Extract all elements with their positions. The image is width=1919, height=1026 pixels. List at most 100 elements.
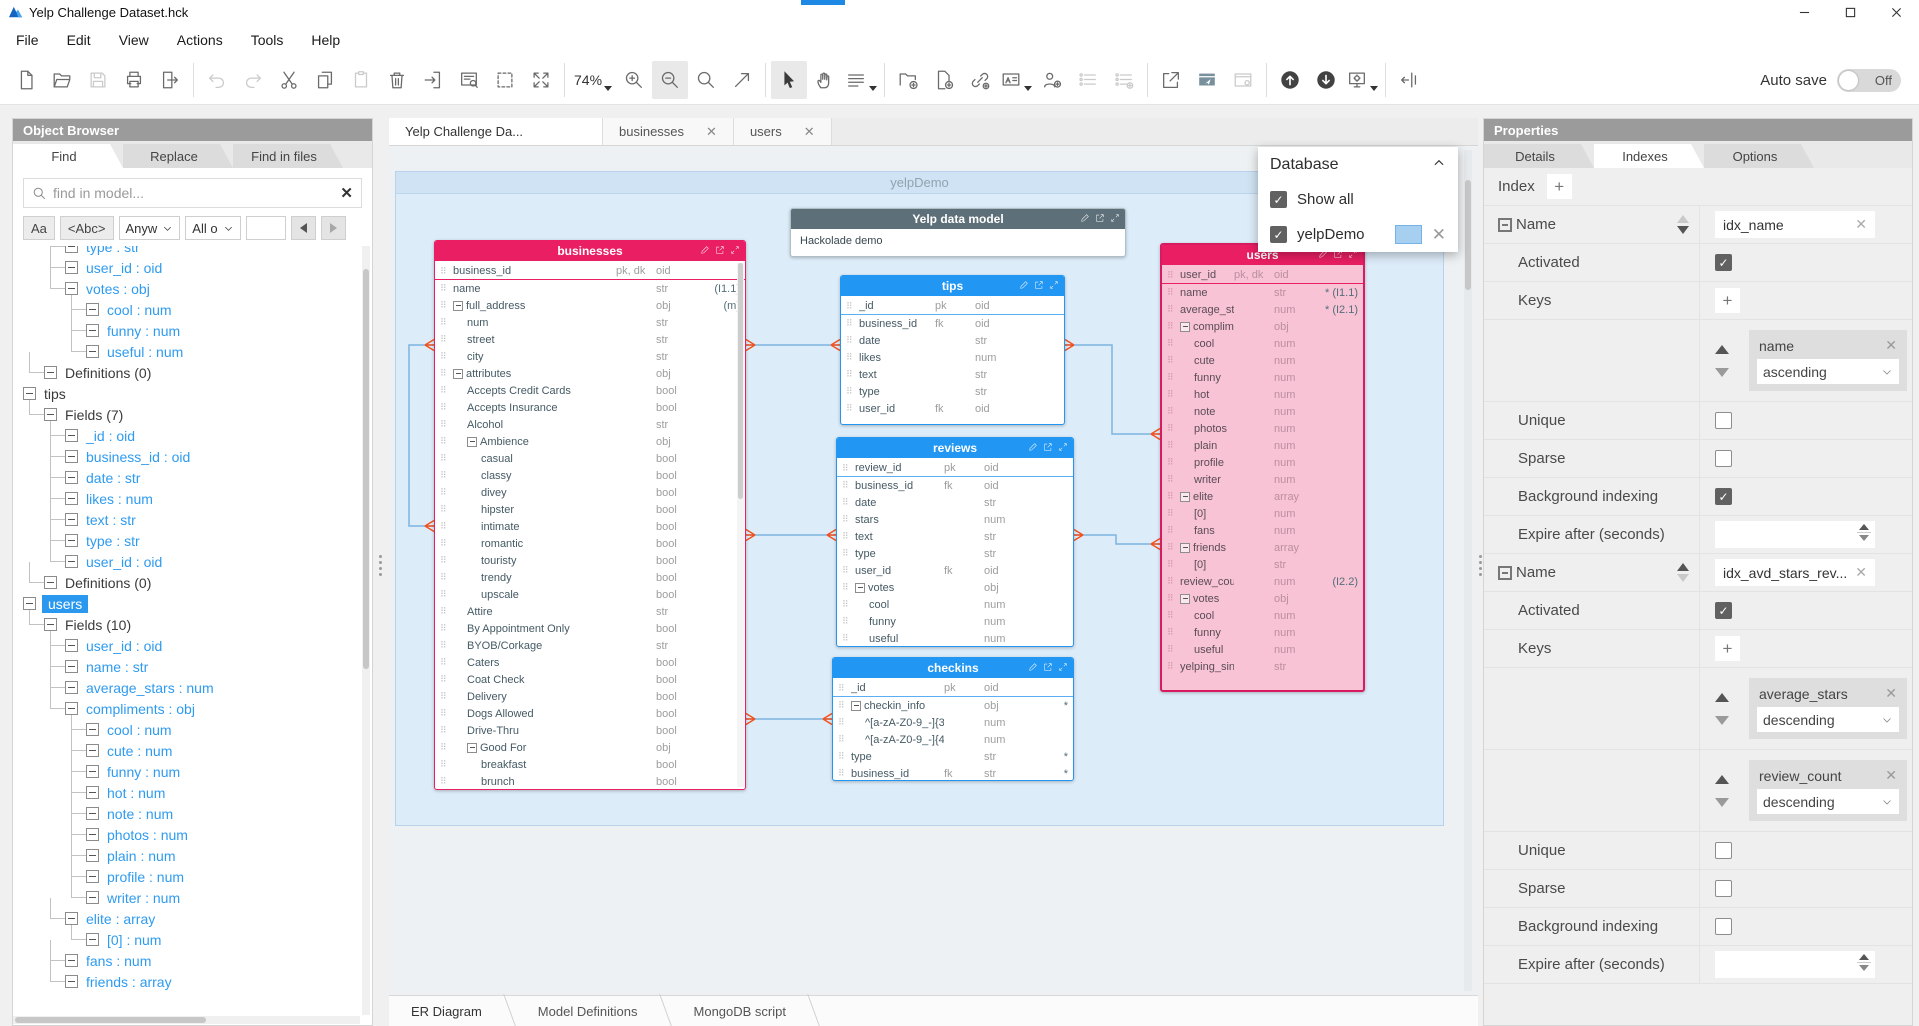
autosave-toggle[interactable]: Off: [1837, 68, 1901, 92]
collapse-expander-icon[interactable]: [86, 765, 99, 778]
drag-handle-icon[interactable]: ⠿: [842, 532, 855, 541]
field-row[interactable]: ⠿ romantic bool: [435, 535, 745, 552]
field-row[interactable]: ⠿ date str: [841, 332, 1064, 349]
expire-input[interactable]: [1715, 951, 1875, 978]
field-row[interactable]: ⠿review_count num (I2.2): [1162, 573, 1363, 590]
field-row[interactable]: ⠿ [0] num: [1162, 505, 1363, 522]
open-folder-button[interactable]: [44, 61, 80, 99]
close-tab-icon[interactable]: ✕: [706, 124, 717, 140]
drag-handle-icon[interactable]: ⠿: [440, 624, 453, 633]
drag-handle-icon[interactable]: ⠿: [440, 709, 453, 718]
drag-handle-icon[interactable]: ⠿: [440, 692, 453, 701]
print-button[interactable]: [116, 61, 152, 99]
fit-diagonal-button[interactable]: [724, 61, 760, 99]
field-row[interactable]: ⠿ full_address obj (m): [435, 297, 745, 314]
zoom-out-button[interactable]: [652, 60, 689, 99]
checkbox[interactable]: ✓: [1270, 191, 1287, 208]
entity-users[interactable]: users ⠿ user_id pk, dk oid ⠿ name str * (I1.1) ⠿ a…: [1160, 243, 1365, 692]
field-row[interactable]: ⠿ useful num: [837, 630, 1073, 646]
popup-item-yelpdemo[interactable]: ✓ yelpDemo ✕: [1258, 217, 1458, 252]
drag-handle-icon[interactable]: ⠿: [1167, 390, 1180, 399]
index-name-input[interactable]: idx_avd_stars_rev... ✕: [1715, 559, 1875, 586]
whole-word-button[interactable]: <Abc>: [59, 216, 114, 240]
move-up-icon[interactable]: [1715, 774, 1729, 784]
field-row[interactable]: ⠿ photos num: [1162, 420, 1363, 437]
open-new-icon[interactable]: [715, 244, 725, 258]
drag-handle-icon[interactable]: ⠿: [842, 600, 855, 609]
collapse-expander-icon[interactable]: [65, 912, 78, 925]
tree-item[interactable]: date : str: [19, 457, 372, 488]
collapse-expander-icon[interactable]: [86, 933, 99, 946]
drag-handle-icon[interactable]: ⠿: [838, 701, 851, 710]
field-row[interactable]: ⠿ Dogs Allowed bool: [435, 705, 745, 722]
drag-handle-icon[interactable]: ⠿: [440, 352, 453, 361]
popup-item-show-all[interactable]: ✓ Show all: [1258, 182, 1458, 217]
field-row[interactable]: ⠿ hipster bool: [435, 501, 745, 518]
drag-handle-icon[interactable]: ⠿: [440, 641, 453, 650]
tree-item[interactable]: _id : oid: [19, 415, 372, 446]
document-tab-yelp-challenge-da-[interactable]: Yelp Challenge Da...: [389, 118, 603, 145]
field-row[interactable]: ⠿ ^[a-zA-Z0-9_-]{4}$ num: [833, 731, 1073, 748]
next-result-button[interactable]: [320, 216, 346, 240]
expand-icon[interactable]: [1058, 441, 1068, 455]
pointer-button[interactable]: [771, 60, 808, 99]
scrollbar-thumb[interactable]: [738, 263, 743, 499]
collapse-expander-icon[interactable]: [65, 555, 78, 568]
menu-view[interactable]: View: [119, 32, 149, 48]
edit-pencil-icon[interactable]: [1080, 212, 1090, 226]
scrollbar-thumb[interactable]: [363, 269, 369, 669]
document-tab-businesses[interactable]: businesses ✕: [603, 118, 734, 145]
field-row[interactable]: ⠿ likes num: [841, 349, 1064, 366]
expand-icon[interactable]: [1049, 279, 1059, 293]
field-row[interactable]: ⠿ intimate bool: [435, 518, 745, 535]
field-row[interactable]: ⠿ votes obj: [1162, 590, 1363, 607]
collapse-expander-icon[interactable]: [65, 450, 78, 463]
drag-handle-icon[interactable]: ⠿: [846, 319, 859, 328]
checkbox[interactable]: ✓: [1270, 226, 1287, 243]
fit-screen-button[interactable]: [523, 61, 559, 99]
remove-icon[interactable]: ✕: [1432, 225, 1446, 245]
tab-find-in-files[interactable]: Find in files: [233, 144, 343, 168]
field-row[interactable]: ⠿ classy bool: [435, 467, 745, 484]
collapse-expander-icon[interactable]: [23, 387, 36, 400]
drag-handle-icon[interactable]: ⠿: [440, 488, 453, 497]
collapse-expander-icon[interactable]: [65, 954, 78, 967]
move-down-icon[interactable]: [1677, 226, 1689, 234]
filter-input[interactable]: [245, 216, 286, 240]
tree-item[interactable]: user_id : oid: [19, 247, 372, 278]
field-row[interactable]: ⠿ type str: [837, 545, 1073, 562]
drag-handle-icon[interactable]: ⠿: [838, 683, 851, 693]
drag-handle-icon[interactable]: ⠿: [440, 777, 453, 786]
drag-handle-icon[interactable]: ⠿: [842, 481, 855, 490]
add-relationship-button[interactable]: [962, 61, 998, 99]
drag-handle-icon[interactable]: ⠿: [1167, 305, 1180, 314]
drag-handle-icon[interactable]: ⠿: [1167, 611, 1180, 620]
open-new-icon[interactable]: [1043, 661, 1053, 675]
tree-item[interactable]: [0] : num: [19, 919, 372, 950]
drag-handle-icon[interactable]: ⠿: [440, 573, 453, 582]
drag-handle-icon[interactable]: ⠿: [1167, 322, 1180, 331]
field-row[interactable]: ⠿ brunch bool: [435, 773, 745, 789]
menu-tools[interactable]: Tools: [251, 32, 284, 48]
note-title[interactable]: Yelp data model: [791, 209, 1125, 229]
drag-handle-icon[interactable]: ⠿: [440, 420, 453, 429]
drag-handle-icon[interactable]: ⠿: [440, 743, 453, 752]
field-row[interactable]: ⠿ review_id pk oid: [837, 460, 1073, 477]
sparse-checkbox[interactable]: [1715, 880, 1732, 897]
tree-item[interactable]: Definitions (0): [19, 562, 372, 593]
field-row[interactable]: ⠿ name str (I1.1): [435, 280, 745, 297]
add-key-button[interactable]: +: [1715, 288, 1740, 313]
tree-item[interactable]: friends : array: [19, 961, 372, 992]
field-row[interactable]: ⠿ business_id fk str *: [833, 765, 1073, 780]
collapse-expander-icon[interactable]: [65, 246, 78, 253]
drag-handle-icon[interactable]: ⠿: [440, 403, 453, 412]
expand-icon[interactable]: [1110, 212, 1120, 226]
remove-key-icon[interactable]: ✕: [1885, 767, 1897, 784]
collapse-expander-icon[interactable]: [86, 744, 99, 757]
view-tab-er-diagram[interactable]: ER Diagram: [389, 996, 516, 1026]
drag-handle-icon[interactable]: ⠿: [1167, 356, 1180, 365]
scope-select[interactable]: Anyw: [118, 216, 181, 240]
collapse-expander-icon[interactable]: [44, 576, 57, 589]
delete-button[interactable]: [379, 61, 415, 99]
entity-checkins[interactable]: checkins ⠿ _id pk oid ⠿ checkin_info obj * ⠿ ^[a-z…: [832, 657, 1074, 781]
